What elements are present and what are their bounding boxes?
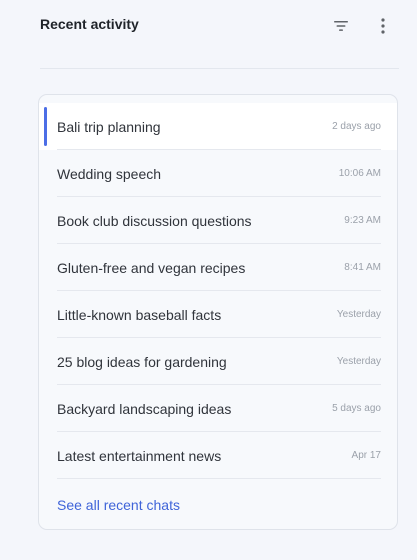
list-item[interactable]: Gluten-free and vegan recipes 8:41 AM <box>39 244 397 291</box>
list-item[interactable]: Book club discussion questions 9:23 AM <box>39 197 397 244</box>
recent-chats-card: Bali trip planning 2 days ago Wedding sp… <box>38 94 398 530</box>
chat-timestamp: 10:06 AM <box>338 168 381 179</box>
chat-timestamp: Apr 17 <box>351 450 381 461</box>
header-divider <box>40 68 399 69</box>
chat-timestamp: Yesterday <box>336 309 381 320</box>
see-all-recent-chats-link[interactable]: See all recent chats <box>57 497 180 513</box>
chat-timestamp: Yesterday <box>336 356 381 367</box>
chat-title: Latest entertainment news <box>57 447 222 464</box>
filter-button[interactable] <box>329 14 353 38</box>
list-item[interactable]: 25 blog ideas for gardening Yesterday <box>39 338 397 385</box>
chat-title: Wedding speech <box>57 165 162 182</box>
list-item[interactable]: Latest entertainment news Apr 17 <box>39 432 397 479</box>
chat-title: Backyard landscaping ideas <box>57 400 232 417</box>
list-item[interactable]: Backyard landscaping ideas 5 days ago <box>39 385 397 432</box>
chat-title: Gluten-free and vegan recipes <box>57 259 246 276</box>
chat-title: Book club discussion questions <box>57 212 252 229</box>
more-vertical-icon <box>381 18 385 34</box>
filter-icon <box>334 21 348 31</box>
recent-chats-list: Bali trip planning 2 days ago Wedding sp… <box>39 103 397 479</box>
chat-title: Bali trip planning <box>57 118 161 135</box>
recent-activity-header: Recent activity <box>0 0 417 70</box>
chat-title: Little-known baseball facts <box>57 306 222 323</box>
chat-timestamp: 5 days ago <box>332 403 381 414</box>
chat-timestamp: 8:41 AM <box>344 262 381 273</box>
chat-title: 25 blog ideas for gardening <box>57 353 227 370</box>
chat-timestamp: 9:23 AM <box>344 215 381 226</box>
list-item[interactable]: Wedding speech 10:06 AM <box>39 150 397 197</box>
page-title: Recent activity <box>40 16 139 32</box>
more-options-button[interactable] <box>371 14 395 38</box>
chat-timestamp: 2 days ago <box>332 121 381 132</box>
list-item[interactable]: Bali trip planning 2 days ago <box>39 103 397 150</box>
list-item[interactable]: Little-known baseball facts Yesterday <box>39 291 397 338</box>
